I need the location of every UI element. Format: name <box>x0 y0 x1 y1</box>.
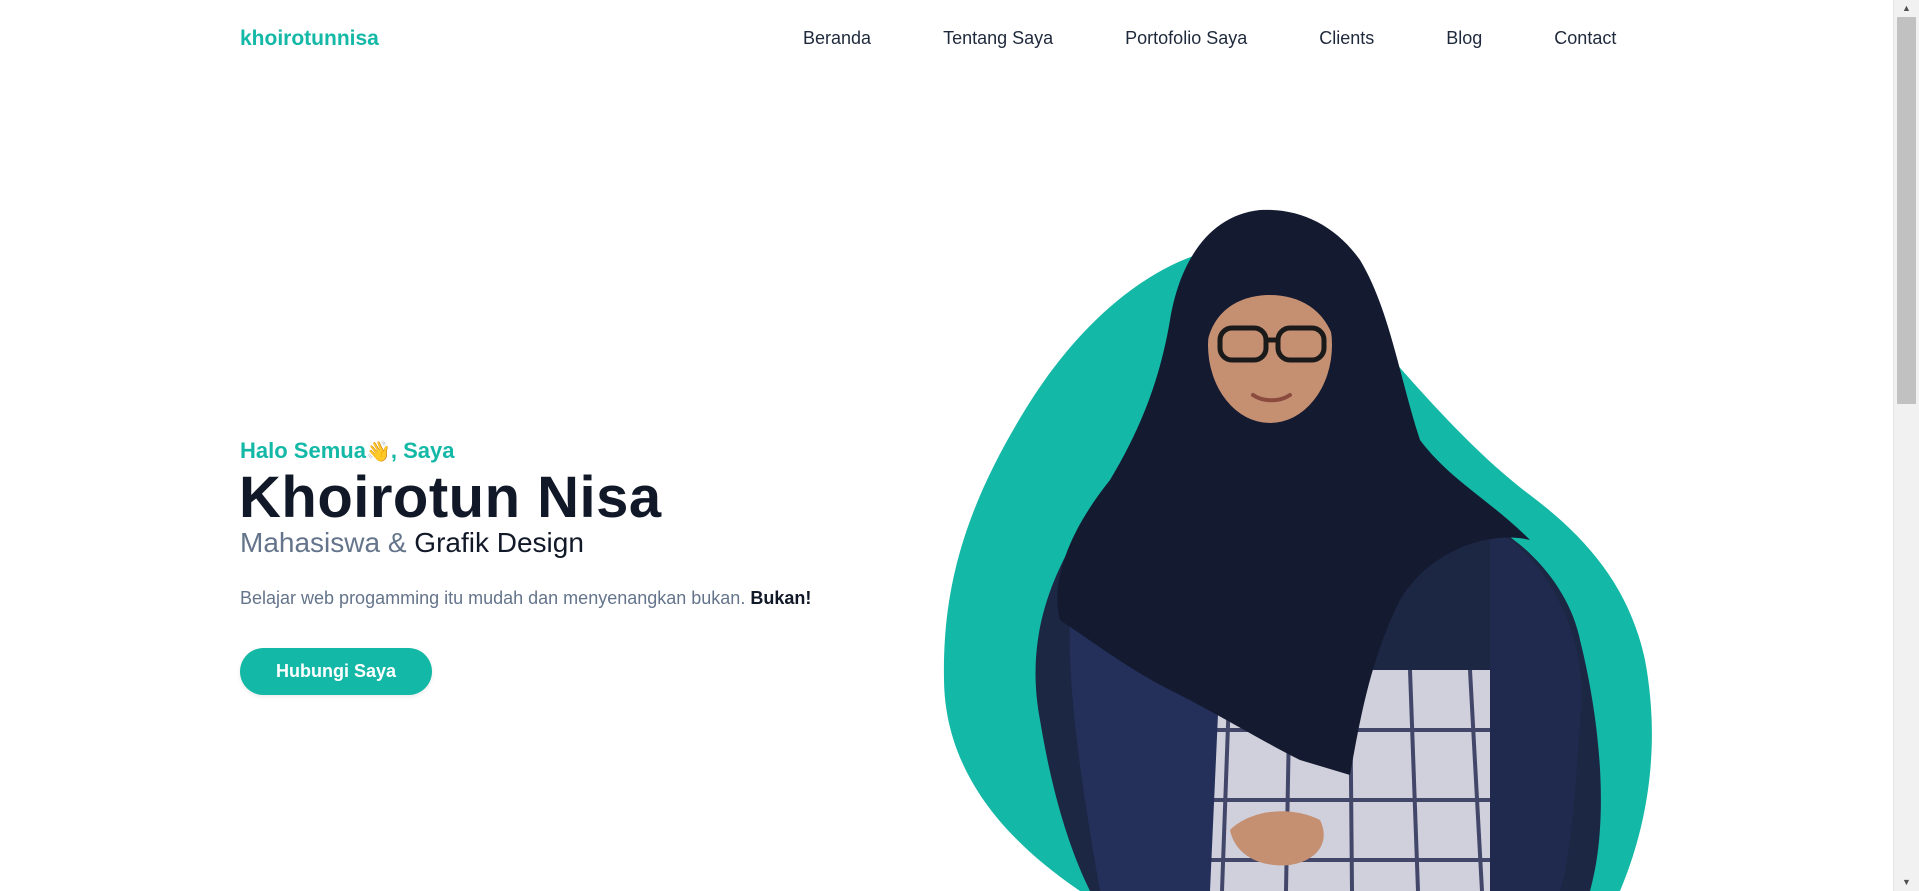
nav-item-clients[interactable]: Clients <box>1319 28 1374 49</box>
nav-item-tentang-saya[interactable]: Tentang Saya <box>943 28 1053 49</box>
scroll-up-arrow-icon[interactable]: ▲ <box>1894 0 1919 17</box>
vertical-scrollbar[interactable]: ▲ ▼ <box>1893 0 1919 891</box>
nav-item-portofolio-saya[interactable]: Portofolio Saya <box>1125 28 1247 49</box>
hero-role: Mahasiswa & Grafik Design <box>240 527 584 559</box>
tagline-text: Belajar web progamming itu mudah dan men… <box>240 588 746 608</box>
role-strong: Grafik Design <box>414 527 584 558</box>
hero-name: Khoirotun Nisa <box>239 465 662 530</box>
waving-hand-icon: 👋 <box>365 439 391 463</box>
tagline-strong: Bukan! <box>750 588 812 608</box>
nav-item-contact[interactable]: Contact <box>1554 28 1616 49</box>
role-prefix: Mahasiswa & <box>240 527 415 558</box>
hero-greeting: Halo Semua👋, Saya <box>240 438 454 464</box>
greeting-suffix: , Saya <box>390 438 455 463</box>
nav-item-blog[interactable]: Blog <box>1446 28 1482 49</box>
nav-item-beranda[interactable]: Beranda <box>803 28 871 49</box>
main-nav: Beranda Tentang Saya Portofolio Saya Cli… <box>803 28 1616 49</box>
hero-portrait-image <box>943 209 1652 891</box>
greeting-text: Halo Semua <box>240 438 366 463</box>
scrollbar-thumb[interactable] <box>1897 17 1916 404</box>
scroll-down-arrow-icon[interactable]: ▼ <box>1894 874 1919 891</box>
page: khoirotunnisa Beranda Tentang Saya Porto… <box>0 0 1919 891</box>
brand-logo[interactable]: khoirotunnisa <box>240 27 379 51</box>
contact-me-button[interactable]: Hubungi Saya <box>240 648 432 695</box>
hero-tagline: Belajar web progamming itu mudah dan men… <box>240 588 811 609</box>
